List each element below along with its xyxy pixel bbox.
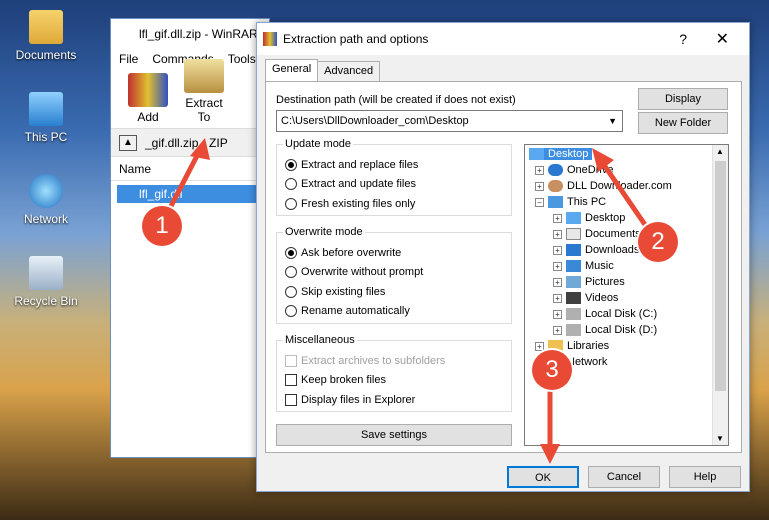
arrow-1-line [165,147,203,215]
arrow-2-head [592,148,614,172]
step-marker-3: 3 [532,350,572,390]
step-marker-1: 1 [142,206,182,246]
arrow-1-head [190,138,210,160]
arrow-2-line [599,159,653,235]
step-marker-2: 2 [638,222,678,262]
arrow-3-head [540,444,560,464]
